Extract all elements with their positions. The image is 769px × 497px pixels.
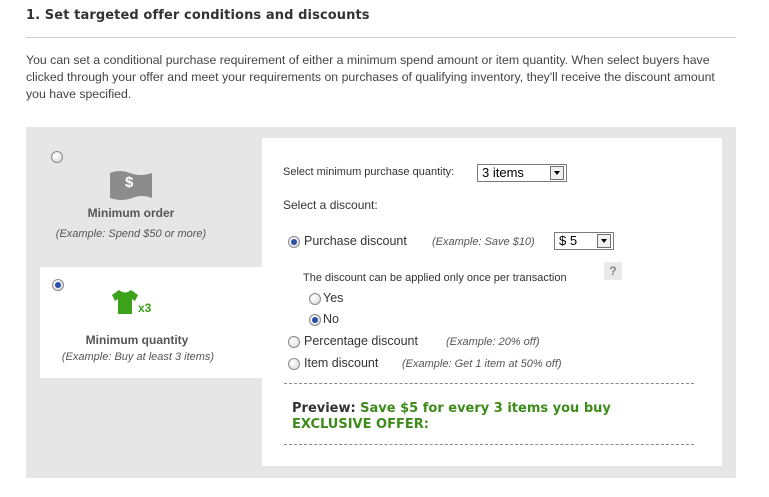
preview-label: Preview:	[292, 401, 356, 416]
item-discount-label[interactable]: Item discount	[304, 356, 378, 370]
heading-divider	[26, 37, 736, 38]
chevron-down-icon[interactable]	[597, 234, 611, 248]
purchase-discount-radio[interactable]	[288, 236, 300, 248]
percentage-discount-example: (Example: 20% off)	[446, 336, 540, 348]
preview-text: Save $5 for every 3 items you buy	[360, 401, 611, 416]
green-tshirt-icon	[112, 290, 138, 314]
discount-amount-select[interactable]: $ 5	[554, 232, 614, 250]
option-minimum-order[interactable]: $ Minimum order (Example: Spend $50 or m…	[26, 140, 256, 250]
help-icon[interactable]: ?	[604, 262, 622, 280]
minimum-order-example: (Example: Spend $50 or more)	[55, 228, 207, 240]
option-minimum-quantity[interactable]: x3 Minimum quantity (Example: Buy at lea…	[40, 267, 268, 378]
item-discount-radio[interactable]	[288, 358, 300, 370]
chevron-down-icon[interactable]	[550, 166, 564, 180]
purchase-discount-label[interactable]: Purchase discount	[304, 234, 407, 248]
section-heading: 1. Set targeted offer conditions and dis…	[26, 8, 370, 23]
discount-label: Select a discount:	[283, 198, 378, 212]
once-per-transaction-note: The discount can be applied only once pe…	[303, 272, 567, 284]
once-yes-label[interactable]: Yes	[323, 291, 343, 305]
quantity-select-value: 3 items	[482, 165, 524, 180]
minimum-order-title: Minimum order	[87, 206, 175, 220]
purchase-discount-example: (Example: Save $10)	[432, 236, 535, 248]
preview-offer: EXCLUSIVE OFFER:	[292, 417, 429, 432]
minimum-quantity-example: (Example: Buy at least 3 items)	[61, 351, 215, 363]
percentage-discount-radio[interactable]	[288, 336, 300, 348]
minimum-quantity-radio[interactable]	[52, 279, 64, 291]
discount-amount-value: $ 5	[559, 233, 578, 248]
once-no-label[interactable]: No	[323, 312, 339, 326]
once-yes-radio[interactable]	[309, 293, 321, 305]
quantity-label: Select minimum purchase quantity:	[283, 166, 455, 178]
preview-top-divider	[284, 383, 694, 384]
percentage-discount-label[interactable]: Percentage discount	[304, 334, 418, 348]
once-no-radio[interactable]	[309, 314, 321, 326]
minimum-quantity-title: Minimum quantity	[85, 333, 189, 347]
preview-line: Preview: Save $5 for every 3 items you b…	[292, 399, 611, 417]
quantity-select[interactable]: 3 items	[477, 164, 567, 182]
item-discount-example: (Example: Get 1 item at 50% off)	[402, 358, 562, 370]
intro-text: You can set a conditional purchase requi…	[26, 53, 715, 101]
preview-bottom-divider	[284, 444, 694, 445]
tshirt-quantity-label: x3	[138, 301, 152, 315]
money-bill-icon-symbol: $	[125, 174, 134, 191]
minimum-order-radio[interactable]	[51, 151, 63, 163]
